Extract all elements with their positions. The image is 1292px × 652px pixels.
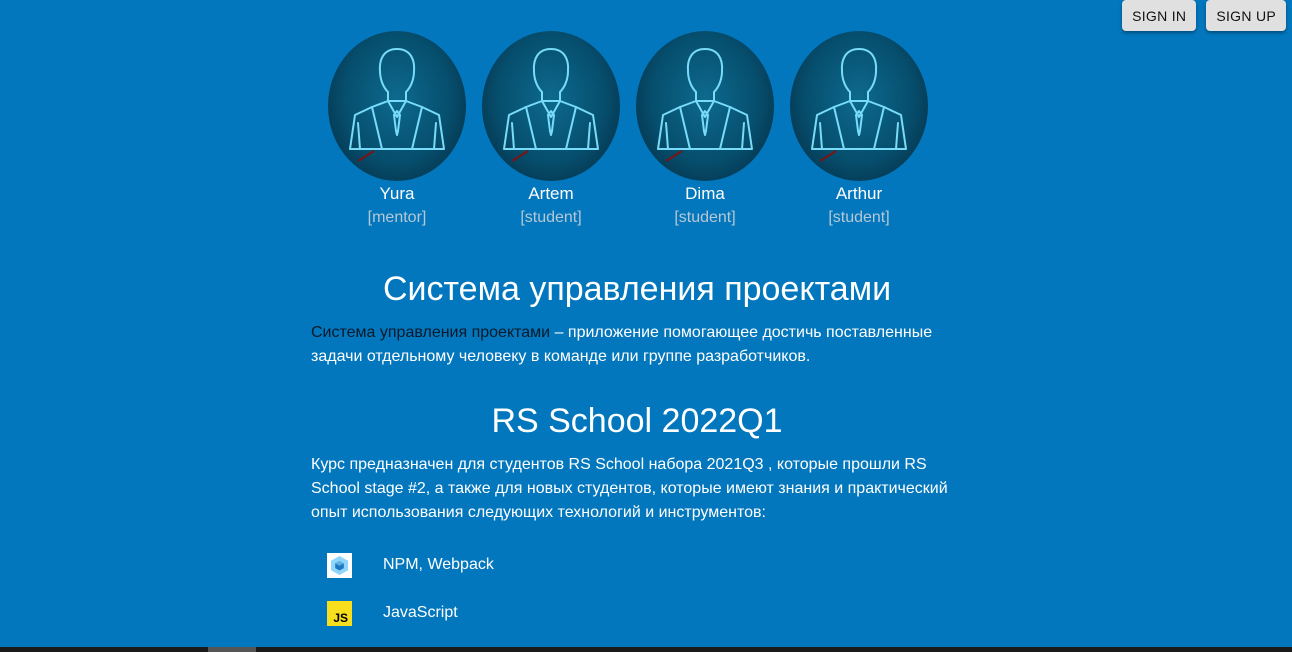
team-member: Yura [mentor] <box>328 31 466 228</box>
sign-in-button[interactable]: SIGN IN <box>1122 0 1197 31</box>
scrollbar-thumb[interactable] <box>208 647 256 652</box>
tech-label: NPM, Webpack <box>383 556 494 573</box>
team-section: Yura [mentor] Artem [student] Dima [stud… <box>328 31 928 228</box>
team-member: Arthur [student] <box>790 31 928 228</box>
horizontal-scrollbar[interactable] <box>0 647 1292 652</box>
avatar <box>636 31 774 181</box>
list-item: NPM, Webpack <box>311 552 963 578</box>
avatar <box>790 31 928 181</box>
member-name: Dima <box>685 184 725 203</box>
auth-buttons: SIGN IN SIGN UP <box>1122 0 1286 31</box>
user-silhouette-icon <box>503 48 599 162</box>
tech-list: NPM, Webpack JS JavaScript <box>311 552 963 626</box>
user-silhouette-icon <box>811 48 907 162</box>
member-name: Artem <box>528 184 574 203</box>
member-role: [student] <box>828 209 890 226</box>
member-name: Yura <box>379 184 415 203</box>
svg-text:JS: JS <box>333 611 348 625</box>
about-text: Система управления проектами – приложени… <box>311 321 963 369</box>
member-role: [mentor] <box>367 209 427 226</box>
member-role: [student] <box>520 209 582 226</box>
user-silhouette-icon <box>657 48 753 162</box>
javascript-icon: JS <box>327 600 352 626</box>
member-role: [student] <box>674 209 736 226</box>
about-title: Система управления проектами <box>382 270 892 308</box>
user-silhouette-icon <box>349 48 445 162</box>
course-title: RS School 2022Q1 <box>491 402 783 440</box>
main-content: Система управления проектами Система упр… <box>311 268 963 649</box>
avatar <box>482 31 620 181</box>
page: SIGN IN SIGN UP Yura [mentor] Artem [stu… <box>0 0 1292 652</box>
tech-label: JavaScript <box>383 604 458 621</box>
list-item: JS JavaScript <box>311 600 963 626</box>
team-member: Dima [student] <box>636 31 774 228</box>
webpack-icon <box>327 552 352 578</box>
avatar <box>328 31 466 181</box>
course-text: Курс предназначен для студентов RS Schoo… <box>311 456 948 521</box>
member-name: Arthur <box>835 184 883 203</box>
sign-up-button[interactable]: SIGN UP <box>1206 0 1286 31</box>
about-highlight: Система управления проектами <box>311 324 551 341</box>
team-member: Artem [student] <box>482 31 620 228</box>
